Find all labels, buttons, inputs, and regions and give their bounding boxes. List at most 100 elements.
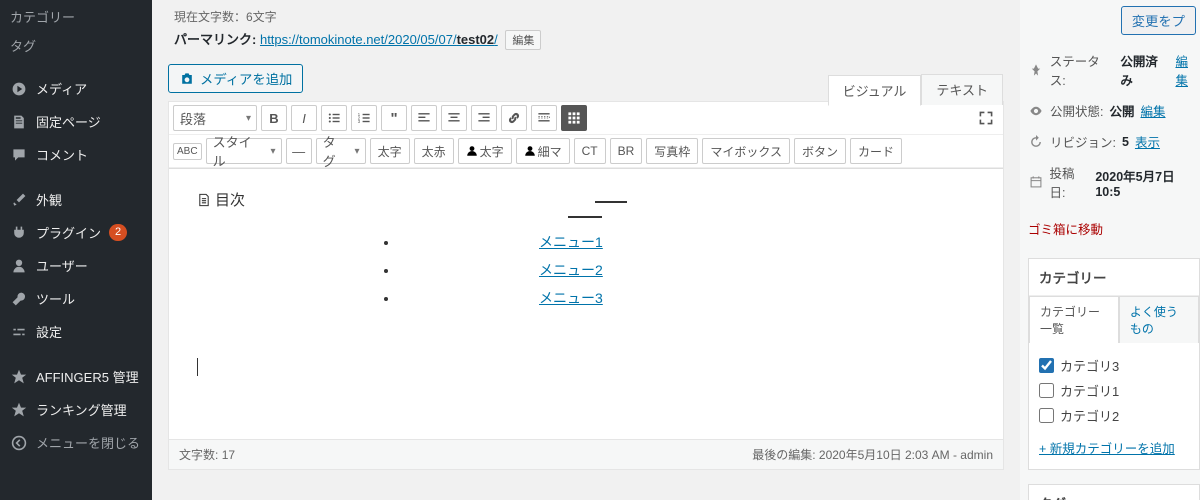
sidebar-label: メディア [36, 79, 87, 98]
toc-item: メニュー3 [399, 288, 795, 308]
tb-btn-9[interactable]: カード [850, 138, 902, 164]
editor-content[interactable]: 目次 メニュー1 メニュー2 メニュー3 [169, 169, 1003, 439]
tags-title: タグ [1029, 485, 1199, 500]
permalink-url[interactable]: https://tomokinote.net/2020/05/07/test02… [260, 32, 498, 47]
status-value: 公開済み [1120, 51, 1169, 89]
trash-link[interactable]: ゴミ箱に移動 [1028, 213, 1103, 244]
collapse-icon [10, 434, 28, 452]
category-checkbox-row[interactable]: カテゴリ3 [1039, 353, 1189, 378]
style-select[interactable]: スタイル [206, 138, 282, 164]
link-button[interactable] [501, 105, 527, 131]
tb-btn-5[interactable]: BR [610, 138, 643, 164]
sidebar-sub-tags[interactable]: タグ [0, 31, 152, 60]
ollist-button[interactable]: 123 [351, 105, 377, 131]
align-left-button[interactable] [411, 105, 437, 131]
tb-btn-7[interactable]: マイボックス [702, 138, 790, 164]
sidebar-label: ツール [36, 289, 75, 308]
svg-text:3: 3 [358, 119, 361, 124]
quote-button[interactable]: " [381, 105, 407, 131]
toc-link[interactable]: メニュー1 [539, 232, 603, 252]
eye-icon [1028, 104, 1044, 118]
category-checkbox[interactable] [1039, 408, 1054, 423]
permalink-edit-button[interactable]: 編集 [505, 30, 541, 50]
toolbar-toggle-button[interactable] [561, 105, 587, 131]
category-checkbox-row[interactable]: カテゴリ2 [1039, 403, 1189, 428]
sidebar-collapse[interactable]: メニューを閉じる [0, 426, 152, 459]
sidebar-item-users[interactable]: ユーザー [0, 249, 152, 282]
star-icon [10, 368, 28, 386]
category-tab-popular[interactable]: よく使うもの [1119, 296, 1199, 343]
calendar-icon [1028, 175, 1044, 189]
sidebar-item-pages[interactable]: 固定ページ [0, 105, 152, 138]
sidebar-item-settings[interactable]: 設定 [0, 315, 152, 348]
media-icon [10, 80, 28, 98]
toc-link[interactable]: メニュー2 [539, 260, 603, 280]
sidebar-item-comments[interactable]: コメント [0, 138, 152, 171]
more-button[interactable] [531, 105, 557, 131]
hr-button[interactable]: — [286, 138, 312, 164]
fullscreen-icon[interactable] [975, 107, 997, 129]
publish-button[interactable]: 変更をプ [1121, 6, 1196, 35]
category-checkbox-row[interactable]: カテゴリ1 [1039, 378, 1189, 403]
format-select[interactable]: 段落 [173, 105, 257, 131]
visibility-label: 公開状態: [1050, 101, 1103, 120]
sidebar-sub-categories[interactable]: カテゴリー [0, 2, 152, 31]
category-checkbox[interactable] [1039, 383, 1054, 398]
char-count: 現在文字数：6文字 [168, 0, 1004, 27]
sidebar-label: メニューを閉じる [36, 433, 140, 452]
toc-link[interactable]: メニュー3 [539, 288, 603, 308]
toc-title: 目次 [197, 189, 973, 210]
date-label: 投稿日: [1050, 163, 1090, 201]
align-right-button[interactable] [471, 105, 497, 131]
sidebar-item-tools[interactable]: ツール [0, 282, 152, 315]
sidebar-label: AFFINGER5 管理 [36, 367, 139, 386]
tb-btn-3[interactable]: 細マ [516, 138, 570, 164]
abc-button[interactable]: ABC [173, 143, 202, 160]
tb-btn-6[interactable]: 写真枠 [646, 138, 698, 164]
category-checkbox[interactable] [1039, 358, 1054, 373]
sidebar-item-ranking[interactable]: ランキング管理 [0, 393, 152, 426]
date-value: 2020年5月7日 10:5 [1095, 166, 1200, 199]
editor-tab-text[interactable]: テキスト [921, 74, 1003, 105]
brush-icon [10, 191, 28, 209]
plugin-update-badge: 2 [109, 224, 127, 241]
revision-label: リビジョン: [1050, 132, 1116, 151]
revision-value: 5 [1122, 135, 1129, 149]
revision-link[interactable]: 表示 [1135, 132, 1160, 151]
page-icon [10, 113, 28, 131]
sidebar-item-media[interactable]: メディア [0, 72, 152, 105]
tb-btn-1[interactable]: 太赤 [414, 138, 454, 164]
status-label: ステータス: [1050, 51, 1115, 89]
status-edit[interactable]: 編集 [1175, 51, 1200, 89]
person-icon [524, 145, 536, 157]
sidebar-item-plugins[interactable]: プラグイン 2 [0, 216, 152, 249]
category-tab-all[interactable]: カテゴリー一覧 [1029, 296, 1119, 343]
tb-btn-0[interactable]: 太字 [370, 138, 410, 164]
user-icon [10, 257, 28, 275]
tags-panel: タグ [1028, 484, 1200, 500]
bold-button[interactable]: B [261, 105, 287, 131]
pin-icon [1028, 63, 1044, 77]
visibility-value: 公開 [1109, 101, 1134, 120]
sidebar-item-appearance[interactable]: 外観 [0, 183, 152, 216]
tb-btn-2[interactable]: 太字 [458, 138, 512, 164]
document-icon [197, 193, 211, 207]
ullist-button[interactable] [321, 105, 347, 131]
person-icon [466, 145, 478, 157]
align-center-button[interactable] [441, 105, 467, 131]
sidebar-label: ランキング管理 [36, 400, 127, 419]
add-category-link[interactable]: + 新規カテゴリーを追加 [1029, 438, 1199, 469]
plugin-icon [10, 224, 28, 242]
sidebar-label: 固定ページ [36, 112, 101, 131]
star-icon [10, 401, 28, 419]
tb-btn-8[interactable]: ボタン [794, 138, 846, 164]
sidebar-item-affinger[interactable]: AFFINGER5 管理 [0, 360, 152, 393]
category-panel: カテゴリー カテゴリー一覧 よく使うもの カテゴリ3 カテゴリ1 カテゴリ2 +… [1028, 258, 1200, 470]
tb-btn-4[interactable]: CT [574, 138, 606, 164]
add-media-button[interactable]: メディアを追加 [168, 64, 303, 93]
text-cursor [197, 358, 973, 376]
italic-button[interactable]: I [291, 105, 317, 131]
visibility-edit[interactable]: 編集 [1141, 101, 1166, 120]
tag-select[interactable]: タグ [316, 138, 366, 164]
editor: ビジュアル テキスト 段落 B I 123 " [168, 101, 1004, 470]
